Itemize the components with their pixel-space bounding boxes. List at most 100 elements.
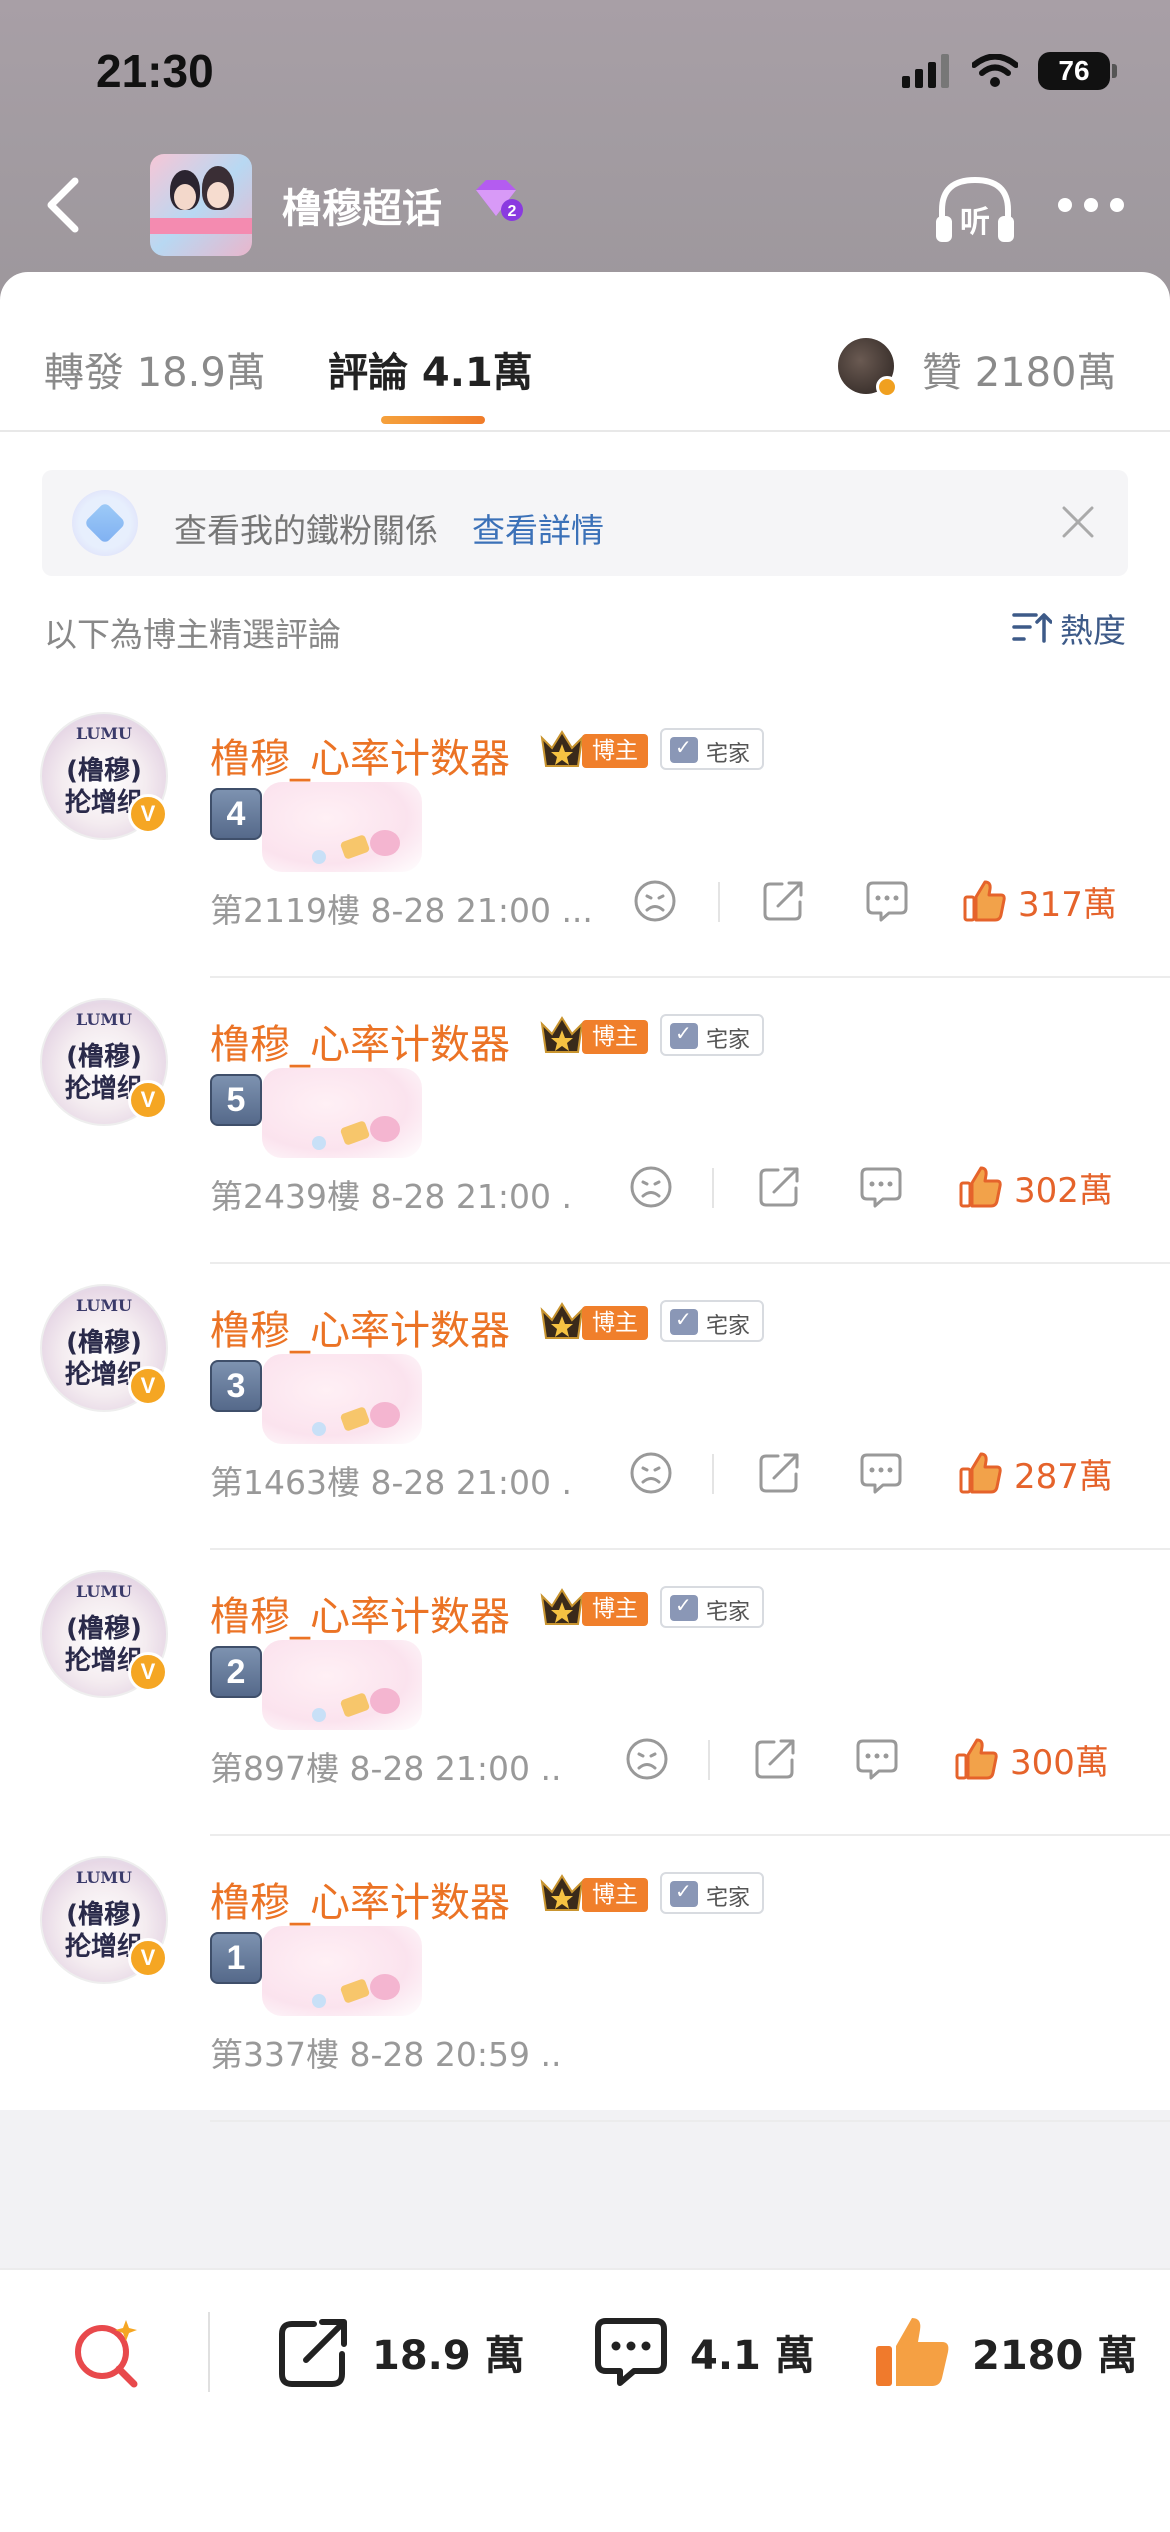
comment-icon[interactable] [858, 1450, 904, 1496]
sad-face-icon[interactable] [628, 1450, 674, 1496]
crown-icon [540, 1874, 584, 1911]
repost-button[interactable]: 18.9 萬 [276, 2312, 525, 2392]
listen-button[interactable]: 听 [930, 170, 1020, 250]
comment-meta: 第897樓 8-28 21:00 .. [210, 1749, 562, 1788]
sticker-image[interactable] [262, 1354, 422, 1444]
more-options-button[interactable] [1058, 190, 1128, 220]
comment-item[interactable]: LUMU (橹穆) 抡增组 V 橹穆_心率计数器 博主 宅家 1 第337樓 8… [0, 1836, 1170, 2122]
back-button[interactable] [28, 170, 98, 240]
tag-badge: 宅家 [660, 1586, 764, 1628]
fans-banner-link[interactable]: 查看詳情 [472, 504, 604, 552]
share-icon[interactable] [756, 1164, 802, 1210]
tab-reposts[interactable]: 轉發 18.9萬 [44, 340, 266, 398]
calendar-check-icon [670, 1307, 698, 1335]
liker-avatar[interactable] [838, 338, 898, 398]
verified-badge-icon: V [128, 1366, 168, 1406]
dot-icon [1110, 198, 1124, 212]
comment-like-button[interactable]: 317萬 [962, 878, 1117, 925]
comment-count: 4.1 萬 [690, 2333, 815, 2379]
comments-card: 轉發 18.9萬 評論 4.1萬 贊 2180萬 查看我的鐵粉關係 查看詳情 以… [0, 272, 1170, 2122]
tag-text: 宅家 [706, 1028, 751, 1053]
share-icon[interactable] [756, 1450, 802, 1496]
commenter-avatar[interactable]: LUMU (橹穆) 抡增组 V [40, 998, 168, 1126]
status-time: 21:30 [96, 45, 214, 97]
commenter-name[interactable]: 橹穆_心率计数器 [210, 726, 510, 784]
verified-badge-icon: V [128, 794, 168, 834]
gem-level-icon: 2 [476, 180, 523, 221]
comment-meta: 第337樓 8-28 20:59 .. [210, 2035, 562, 2074]
thumbs-up-icon [955, 1738, 998, 1780]
status-bar: 21:30 76 [0, 0, 1170, 150]
search-icon[interactable] [70, 2316, 144, 2390]
comment-like-button[interactable]: 302萬 [958, 1164, 1113, 1211]
comment-button[interactable]: 4.1 萬 [592, 2312, 815, 2392]
comment-icon[interactable] [858, 1164, 904, 1210]
comment-icon[interactable] [864, 878, 910, 924]
comment-icon [595, 2318, 667, 2386]
share-icon[interactable] [760, 878, 806, 924]
sad-face-icon[interactable] [628, 1164, 674, 1210]
crown-icon [540, 1588, 584, 1625]
sticker-image[interactable] [262, 782, 422, 872]
commenter-avatar[interactable]: LUMU (橹穆) 抡增组 V [40, 1856, 168, 1984]
verified-badge-icon: V [128, 1080, 168, 1120]
repost-count: 18.9 萬 [372, 2333, 525, 2379]
comment-icon[interactable] [854, 1736, 900, 1782]
group-avatar[interactable] [150, 154, 252, 256]
verified-badge-icon: V [128, 1652, 168, 1692]
tag-badge: 宅家 [660, 1872, 764, 1914]
nav-bar: 橹穆超话 2 听 [0, 150, 1170, 260]
sad-face-icon[interactable] [632, 878, 678, 924]
close-icon[interactable] [1060, 504, 1096, 540]
sticker-image[interactable] [262, 1640, 422, 1730]
tag-text: 宅家 [706, 1886, 751, 1911]
tab-likes[interactable]: 贊 2180萬 [922, 340, 1117, 398]
comment-like-button[interactable]: 287萬 [958, 1450, 1113, 1497]
fans-relation-banner[interactable]: 查看我的鐵粉關係 查看詳情 [42, 470, 1128, 576]
divider [712, 1168, 714, 1208]
tab-bar: 轉發 18.9萬 評論 4.1萬 贊 2180萬 [0, 272, 1170, 432]
commenter-name[interactable]: 橹穆_心率计数器 [210, 1298, 510, 1356]
comment-like-count: 300萬 [1010, 1742, 1109, 1783]
comment-item[interactable]: LUMU (橹穆) 抡增组 V 橹穆_心率计数器 博主 宅家 3 第1463樓 … [0, 1264, 1170, 1550]
number-emoji: 1 [210, 1932, 262, 1984]
group-name[interactable]: 橹穆超话 [282, 176, 442, 234]
commenter-avatar[interactable]: LUMU (橹穆) 抡增组 V [40, 712, 168, 840]
sort-icon [1012, 613, 1052, 643]
avatar-brand-text: LUMU [76, 1296, 132, 1315]
commenter-avatar[interactable]: LUMU (橹穆) 抡增组 V [40, 1570, 168, 1698]
share-icon[interactable] [752, 1736, 798, 1782]
divider [718, 882, 720, 922]
crown-icon [540, 730, 584, 767]
role-badge: 博主 [582, 734, 648, 768]
commenter-name[interactable]: 橹穆_心率计数器 [210, 1584, 510, 1642]
fans-banner-text: 查看我的鐵粉關係 [174, 511, 438, 550]
comment-item[interactable]: LUMU (橹穆) 抡增组 V 橹穆_心率计数器 博主 宅家 4 第2119樓 … [0, 692, 1170, 978]
role-badge: 博主 [582, 1306, 648, 1340]
crown-icon [540, 1302, 584, 1339]
commenter-avatar[interactable]: LUMU (橹穆) 抡增组 V [40, 1284, 168, 1412]
headphones-icon: 听 [936, 176, 1014, 242]
commenter-name[interactable]: 橹穆_心率计数器 [210, 1012, 510, 1070]
section-label: 以下為博主精選評論 [44, 615, 341, 654]
comment-item[interactable]: LUMU (橹穆) 抡增组 V 橹穆_心率计数器 博主 宅家 5 第2439樓 … [0, 978, 1170, 1264]
thumbs-up-icon [959, 1166, 1002, 1208]
chevron-left-icon [47, 177, 79, 233]
sticker-image[interactable] [262, 1068, 422, 1158]
svg-text:2: 2 [508, 203, 517, 220]
comment-item[interactable]: LUMU (橹穆) 抡增组 V 橹穆_心率计数器 博主 宅家 2 第897樓 8… [0, 1550, 1170, 1836]
role-badge: 博主 [582, 1878, 648, 1912]
like-button[interactable]: 2180 萬 [872, 2312, 1137, 2392]
battery-indicator: 76 [1038, 52, 1117, 90]
commenter-name[interactable]: 橹穆_心率计数器 [210, 1870, 510, 1928]
sad-face-icon[interactable] [624, 1736, 670, 1782]
like-count: 2180 萬 [972, 2333, 1138, 2379]
active-tab-indicator [381, 416, 485, 424]
sort-label: 熱度 [1060, 611, 1126, 650]
tab-comments[interactable]: 評論 4.1萬 [328, 340, 533, 398]
sticker-image[interactable] [262, 1926, 422, 2016]
sort-button[interactable]: 熱度 [1012, 604, 1126, 652]
listen-label: 听 [960, 205, 990, 240]
comment-like-button[interactable]: 300萬 [954, 1736, 1109, 1783]
comment-like-count: 302萬 [1014, 1170, 1113, 1211]
